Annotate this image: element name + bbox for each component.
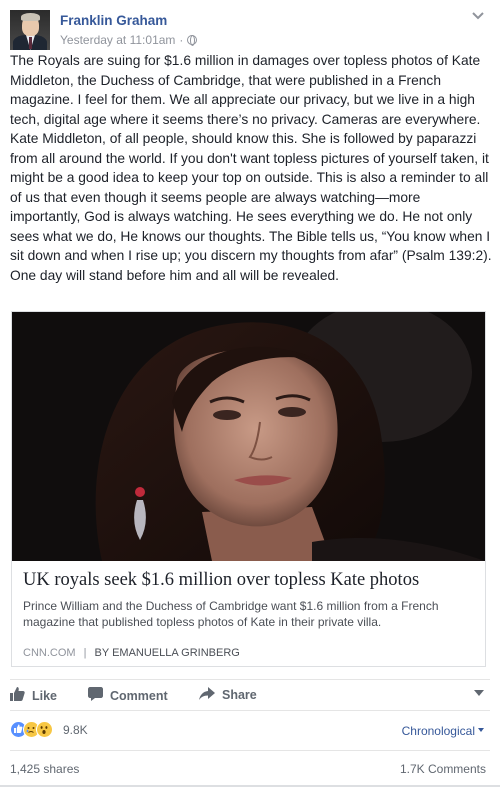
caret-down-icon <box>478 728 484 732</box>
comment-label: Comment <box>110 688 168 703</box>
comment-sort-dropdown[interactable]: Chronological <box>402 724 484 738</box>
link-card-domain: CNN.COM <box>23 647 76 659</box>
link-card-title[interactable]: UK royals seek $1.6 million over topless… <box>23 570 419 591</box>
shares-count[interactable]: 1,425 shares <box>10 762 79 776</box>
image-credit-mark <box>477 322 485 432</box>
comment-button[interactable]: Comment <box>88 687 168 704</box>
link-card-description: Prince William and the Duchess of Cambri… <box>23 599 439 629</box>
globe-icon[interactable] <box>187 35 198 46</box>
portrait-photo <box>12 312 485 561</box>
divider <box>10 710 490 711</box>
post-actions-bar: Like Comment Share <box>10 683 490 709</box>
like-button[interactable]: Like <box>10 687 57 704</box>
reaction-icons[interactable] <box>10 721 53 738</box>
share-options-caret-icon[interactable] <box>474 690 484 696</box>
share-arrow-icon <box>199 687 215 703</box>
author-name[interactable]: Franklin Graham <box>60 13 167 28</box>
divider <box>10 750 490 751</box>
avatar[interactable] <box>10 10 50 50</box>
engagement-counts: 1,425 shares 1.7K Comments <box>10 762 490 778</box>
like-label: Like <box>32 688 58 703</box>
article-image[interactable] <box>12 312 485 561</box>
speech-bubble-icon <box>88 687 103 704</box>
facebook-post: Franklin Graham Yesterday at 11:01am · T… <box>0 0 500 787</box>
link-card-byline: BY EMANUELLA GRINBERG <box>94 647 240 659</box>
post-timestamp[interactable]: Yesterday at 11:01am <box>60 33 175 47</box>
share-button[interactable]: Share <box>199 687 257 703</box>
divider <box>10 679 490 680</box>
wow-reaction-icon <box>36 721 53 738</box>
link-card-source: CNN.COM | BY EMANUELLA GRINBERG <box>23 647 240 659</box>
meta-separator: · <box>179 33 184 47</box>
link-card-content[interactable]: UK royals seek $1.6 million over topless… <box>12 561 485 666</box>
link-preview-card[interactable]: UK royals seek $1.6 million over topless… <box>11 311 486 667</box>
reactions-row: 9.8K Chronological <box>10 721 490 741</box>
sort-label: Chronological <box>401 724 475 738</box>
comments-count[interactable]: 1.7K Comments <box>400 762 486 776</box>
post-meta: Yesterday at 11:01am · <box>60 33 198 47</box>
post-header: Franklin Graham Yesterday at 11:01am · <box>10 10 490 50</box>
post-body: The Royals are suing for $1.6 million in… <box>10 53 492 283</box>
reaction-count[interactable]: 9.8K <box>63 723 88 737</box>
post-options-chevron-icon[interactable] <box>472 10 488 20</box>
source-separator: | <box>83 647 87 659</box>
thumbs-up-icon <box>10 687 25 704</box>
share-label: Share <box>222 688 257 702</box>
